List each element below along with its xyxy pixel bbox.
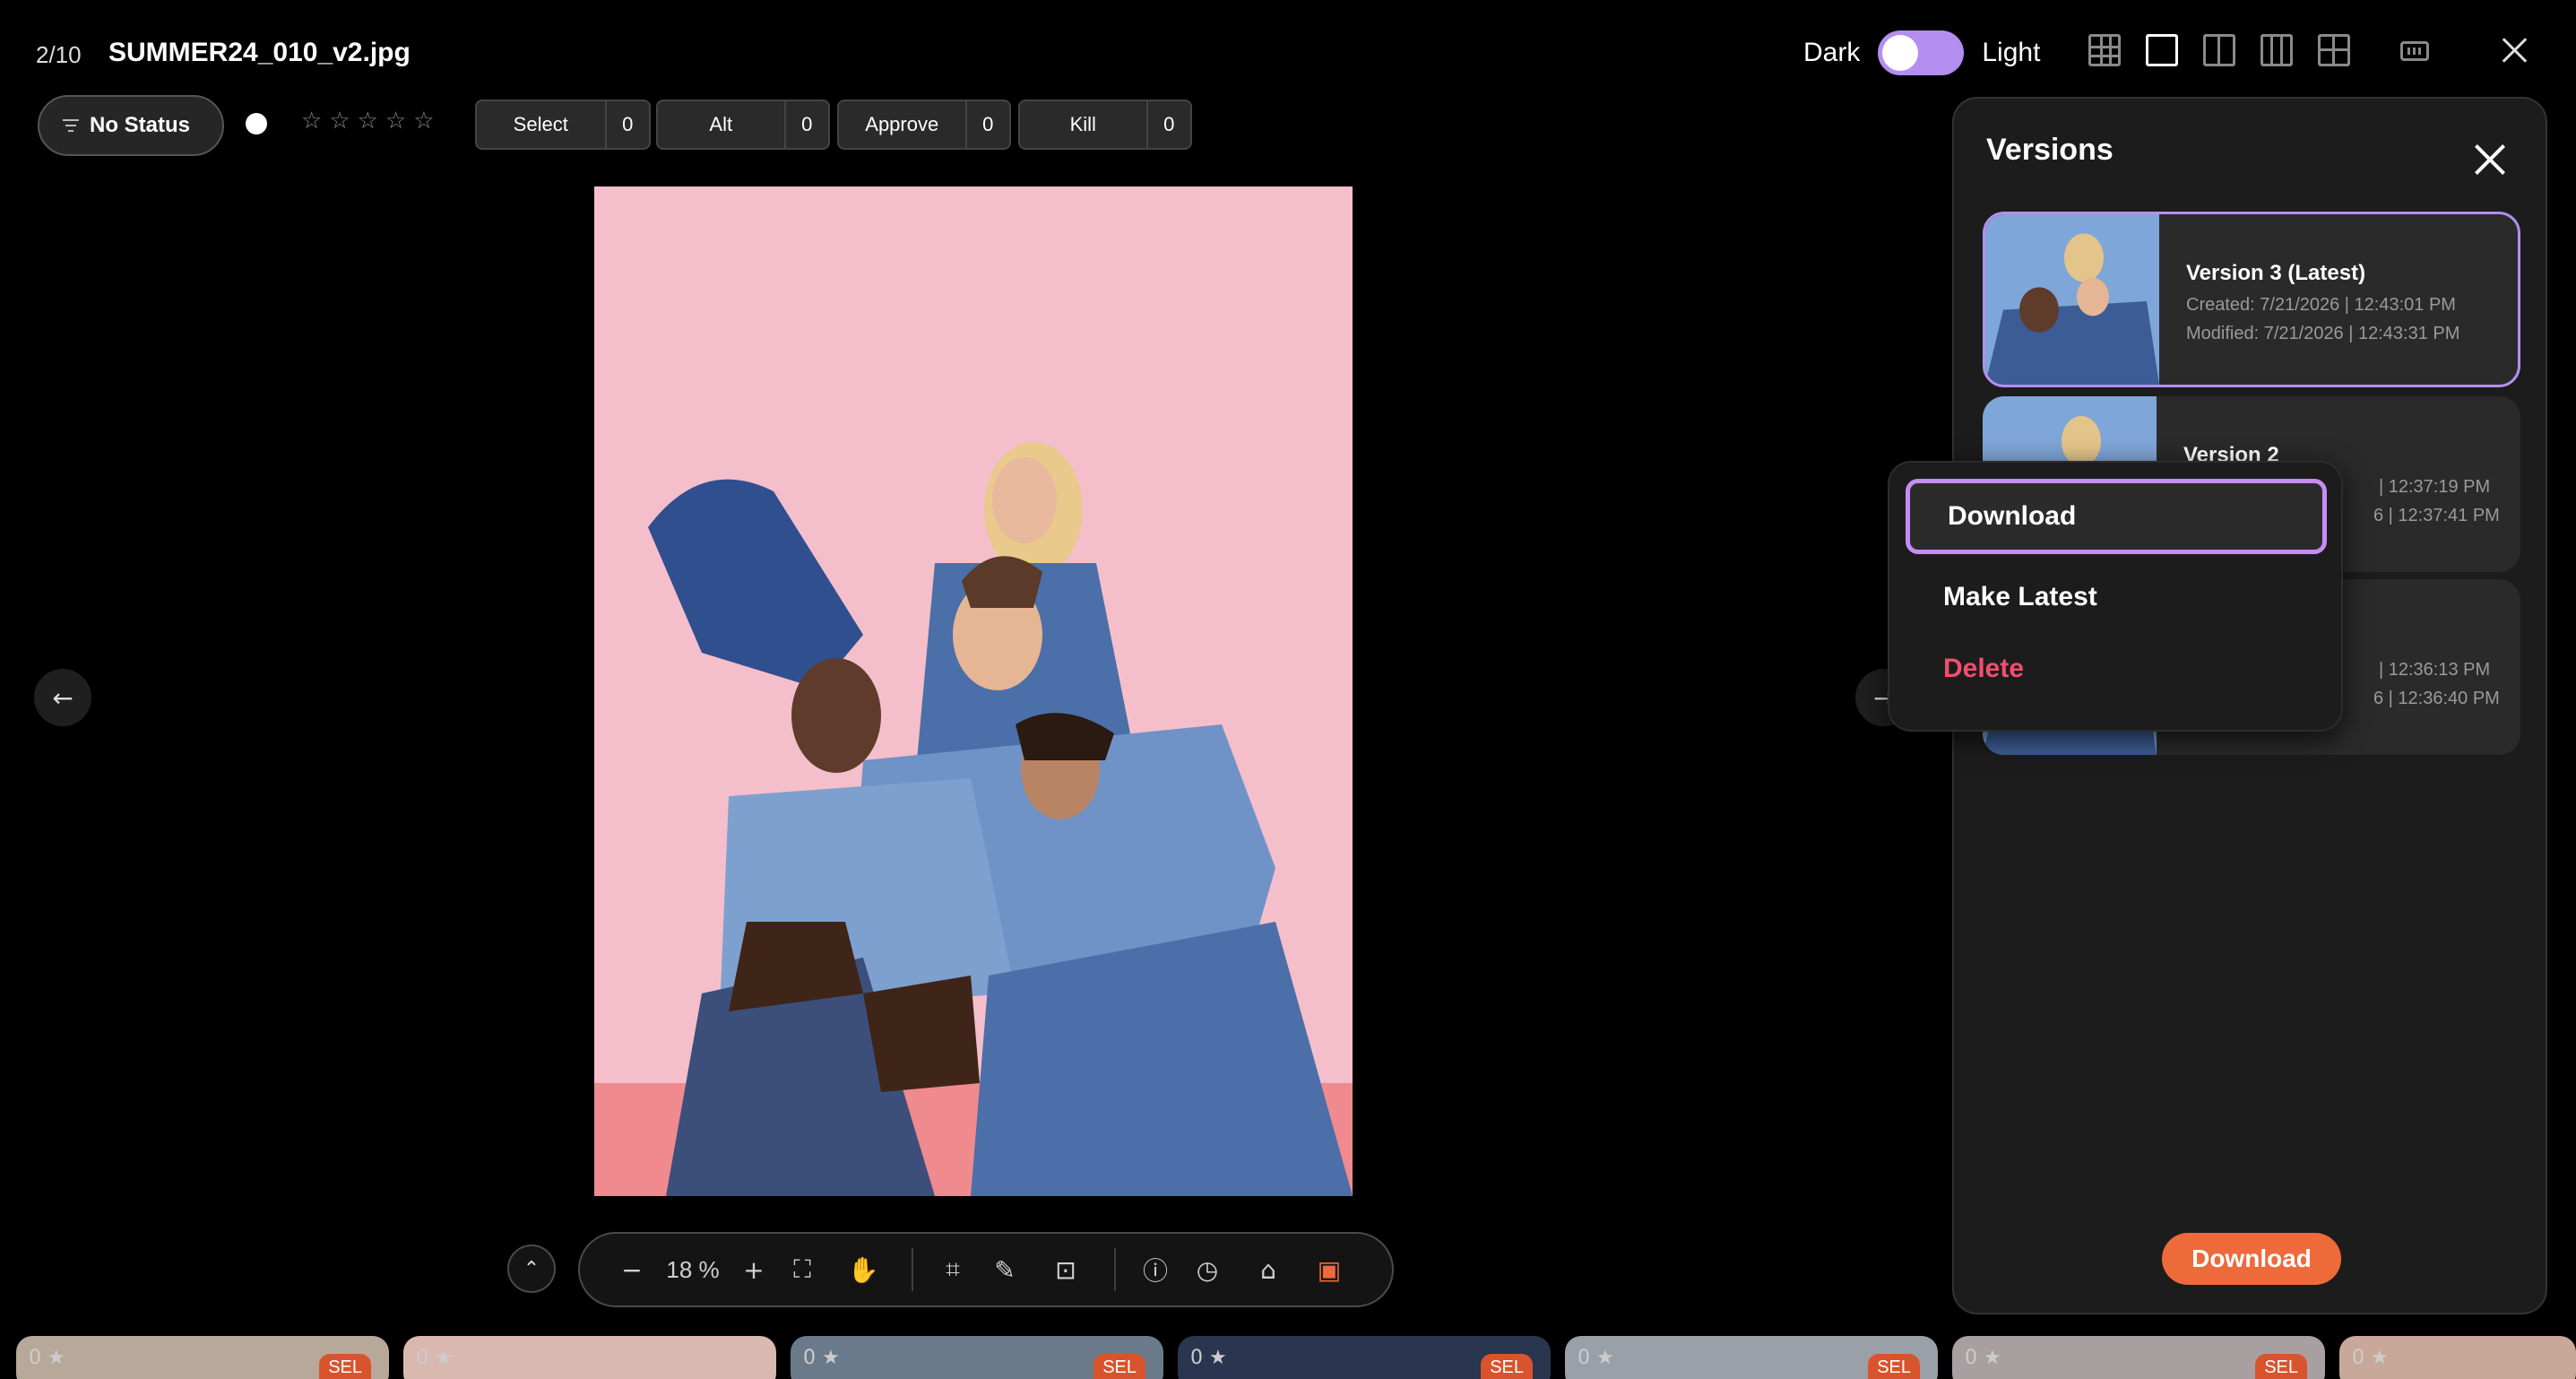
select-count: 0 (622, 113, 634, 135)
image-counter: 2/10 (36, 41, 82, 68)
star-icon[interactable]: ☆ (413, 108, 434, 134)
download-button[interactable]: Download (2162, 1233, 2341, 1285)
menu-item-download[interactable]: Download (1906, 479, 2327, 554)
version-card[interactable]: Version 3 (Latest) Created: 7/21/2026 | … (1983, 212, 2520, 387)
thumb-rating: 0 ★ (1578, 1347, 1614, 1369)
filmstrip-thumbnail[interactable]: 0 ★ SEL (1178, 1336, 1551, 1379)
viewer-toolbar: − 18 % + ⛶ ✋ ⌗ ✎ ⊡ ⓘ ◷ ⌂ ▣ (578, 1232, 1394, 1307)
status-label: No Status (90, 113, 191, 137)
color-label-dot[interactable] (246, 113, 267, 134)
version-title: Version 3 (Latest) (2186, 261, 2366, 285)
arrow-left-icon: ← (52, 682, 73, 713)
zoom-in-button[interactable]: + (736, 1248, 772, 1291)
status-dropdown[interactable]: No Status (38, 95, 224, 156)
info-icon[interactable]: ⓘ (1134, 1248, 1177, 1291)
close-viewer-icon[interactable] (2501, 36, 2529, 65)
approve-label: Approve (839, 101, 967, 148)
version-modified: Modified: 7/21/2026 | 12:43:31 PM (2186, 324, 2460, 343)
sel-badge: SEL (2255, 1354, 2307, 1379)
theme-dark-label: Dark (1803, 38, 1861, 67)
zoom-out-button[interactable]: − (614, 1248, 650, 1291)
toolbar-divider (912, 1248, 913, 1291)
sel-badge: SEL (1094, 1354, 1145, 1379)
alt-count: 0 (801, 113, 813, 135)
fit-to-screen-icon[interactable]: ⛶ (772, 1248, 833, 1291)
theme-toggle[interactable] (1878, 30, 1965, 75)
keyboard-shortcuts-icon[interactable] (2400, 41, 2429, 61)
alt-counter-button[interactable]: Alt 0 (656, 100, 830, 150)
filmstrip-thumbnail[interactable]: 0 ★ SEL (16, 1336, 389, 1379)
version-created: | 12:36:13 PM (2379, 660, 2491, 680)
star-icon[interactable]: ☆ (301, 108, 322, 134)
file-name: SUMMER24_010_v2.jpg (108, 38, 411, 67)
filmstrip-thumbnail[interactable]: 0 ★ (403, 1336, 776, 1379)
layout-switcher (2088, 34, 2350, 66)
toggle-knob (1882, 35, 1919, 71)
toolbar-divider (1114, 1248, 1116, 1291)
markup-pen-icon[interactable]: ✎ (974, 1248, 1035, 1291)
thumb-rating: 0 ★ (803, 1347, 840, 1369)
kill-counter-button[interactable]: Kill 0 (1018, 100, 1192, 150)
chevron-up-icon: ⌃ (523, 1257, 540, 1280)
pan-hand-icon[interactable]: ✋ (833, 1248, 894, 1291)
thumb-rating: 0 ★ (1190, 1347, 1227, 1369)
filmstrip-thumbnail[interactable]: 0 ★ (2339, 1336, 2576, 1379)
main-photo[interactable] (594, 186, 1353, 1196)
star-icon[interactable]: ☆ (385, 108, 406, 134)
approve-counter-button[interactable]: Approve 0 (837, 100, 1011, 150)
star-icon[interactable]: ☆ (329, 108, 350, 134)
expand-filmstrip-button[interactable]: ⌃ (507, 1245, 556, 1293)
sel-badge: SEL (319, 1354, 371, 1379)
compare-three-icon[interactable] (2260, 34, 2293, 66)
zoom-level: 18 % (666, 1255, 720, 1283)
compare-four-icon[interactable] (2318, 34, 2350, 66)
single-view-icon[interactable] (2146, 34, 2178, 66)
thumb-rating: 0 ★ (29, 1347, 65, 1369)
grid-view-icon[interactable] (2088, 34, 2121, 66)
tags-icon[interactable]: ⌂ (1238, 1248, 1299, 1291)
history-clock-icon[interactable]: ◷ (1177, 1248, 1238, 1291)
select-counter-button[interactable]: Select 0 (475, 100, 651, 150)
filmstrip-thumbnail[interactable]: 0 ★ SEL (791, 1336, 1163, 1379)
menu-item-make-latest[interactable]: Make Latest (1906, 559, 2327, 635)
sel-badge: SEL (1868, 1354, 1920, 1379)
crop-icon[interactable]: ⌗ (931, 1248, 974, 1291)
alt-label: Alt (658, 101, 786, 148)
approve-count: 0 (982, 113, 994, 135)
version-created: Created: 7/21/2026 | 12:43:01 PM (2186, 295, 2456, 315)
version-modified: 6 | 12:37:41 PM (2373, 506, 2500, 525)
star-icon[interactable]: ☆ (358, 108, 378, 134)
filmstrip-thumbnail[interactable]: 0 ★ SEL (1952, 1336, 2325, 1379)
filmstrip-thumbnail[interactable]: 0 ★ SEL (1565, 1336, 1938, 1379)
version-modified: 6 | 12:36:40 PM (2373, 689, 2500, 708)
kill-label: Kill (1020, 101, 1148, 148)
thumb-rating: 0 ★ (2352, 1347, 2389, 1369)
compare-two-icon[interactable] (2203, 34, 2235, 66)
theme-light-label: Light (1982, 38, 2041, 67)
theme-switcher: Dark Light (1803, 30, 2040, 75)
star-rating[interactable]: ☆ ☆ ☆ ☆ ☆ (301, 108, 435, 134)
close-panel-icon[interactable] (2474, 143, 2506, 176)
filter-icon (63, 119, 79, 132)
kill-count: 0 (1163, 113, 1175, 135)
version-created: | 12:37:19 PM (2379, 477, 2491, 497)
versions-panel-icon[interactable]: ▣ (1299, 1248, 1360, 1291)
select-label: Select (477, 101, 607, 148)
thumb-rating: 0 ★ (1965, 1347, 2001, 1369)
previous-image-button[interactable]: ← (34, 669, 91, 726)
menu-item-delete[interactable]: Delete (1906, 631, 2327, 707)
version-context-menu: Download Make Latest Delete (1888, 461, 2343, 732)
sel-badge: SEL (1481, 1354, 1533, 1379)
versions-title: Versions (1986, 133, 2114, 167)
thumb-rating: 0 ★ (416, 1347, 453, 1369)
version-thumbnail (1985, 214, 2159, 385)
focus-select-icon[interactable]: ⊡ (1035, 1248, 1096, 1291)
